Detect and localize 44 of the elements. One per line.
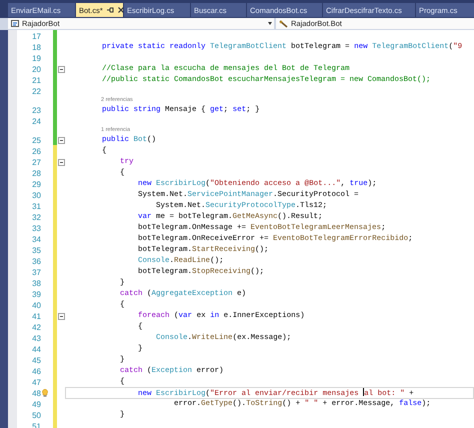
- line-number: 27: [31, 158, 41, 166]
- line-number: 24: [31, 116, 41, 126]
- line-number: 50: [31, 410, 41, 420]
- line-number: 49: [31, 400, 41, 408]
- collapse-icon[interactable]: [58, 312, 64, 320]
- line-number: 19: [31, 54, 41, 62]
- line-number: 38: [31, 278, 41, 288]
- line-number: 37: [31, 268, 41, 276]
- line-number: 45: [31, 356, 41, 364]
- line-number: 21: [31, 76, 41, 84]
- line-number: 22: [31, 86, 41, 96]
- line-number: 20: [31, 64, 41, 74]
- line-number: 35: [31, 246, 41, 254]
- line-number: 44: [31, 344, 41, 354]
- line-number: 17: [31, 32, 41, 40]
- project-icon: [11, 20, 19, 27]
- collapse-icon[interactable]: [58, 66, 64, 72]
- line-number: 42: [31, 322, 41, 332]
- line-number: 33: [31, 224, 41, 232]
- line-number: 18: [31, 42, 41, 52]
- line-number: 28: [31, 168, 41, 178]
- line-number: 30: [31, 190, 41, 200]
- line-number: 36: [31, 256, 41, 266]
- caret-icon: [268, 22, 272, 25]
- line-number: 23: [31, 106, 41, 114]
- line-number: 29: [31, 180, 41, 188]
- line-number: 43: [31, 334, 41, 342]
- line-number: 40: [31, 300, 41, 310]
- line-number: 26: [31, 146, 41, 156]
- line-number: 31: [31, 202, 41, 210]
- collapse-icon[interactable]: [58, 158, 64, 166]
- collapse-icon[interactable]: [58, 136, 64, 144]
- wrench-icon: [279, 20, 288, 28]
- line-number: 25: [31, 136, 41, 144]
- lightbulb-icon[interactable]: [42, 389, 48, 397]
- line-number: 47: [31, 378, 41, 386]
- line-number: 32: [31, 212, 41, 222]
- pin-icon[interactable]: [106, 7, 114, 13]
- close-icon[interactable]: [118, 7, 123, 13]
- line-number: 48: [31, 388, 41, 398]
- line-number: 41: [31, 312, 41, 320]
- line-number: 39: [31, 290, 41, 298]
- line-number: 46: [31, 366, 41, 376]
- line-number: 34: [31, 234, 41, 244]
